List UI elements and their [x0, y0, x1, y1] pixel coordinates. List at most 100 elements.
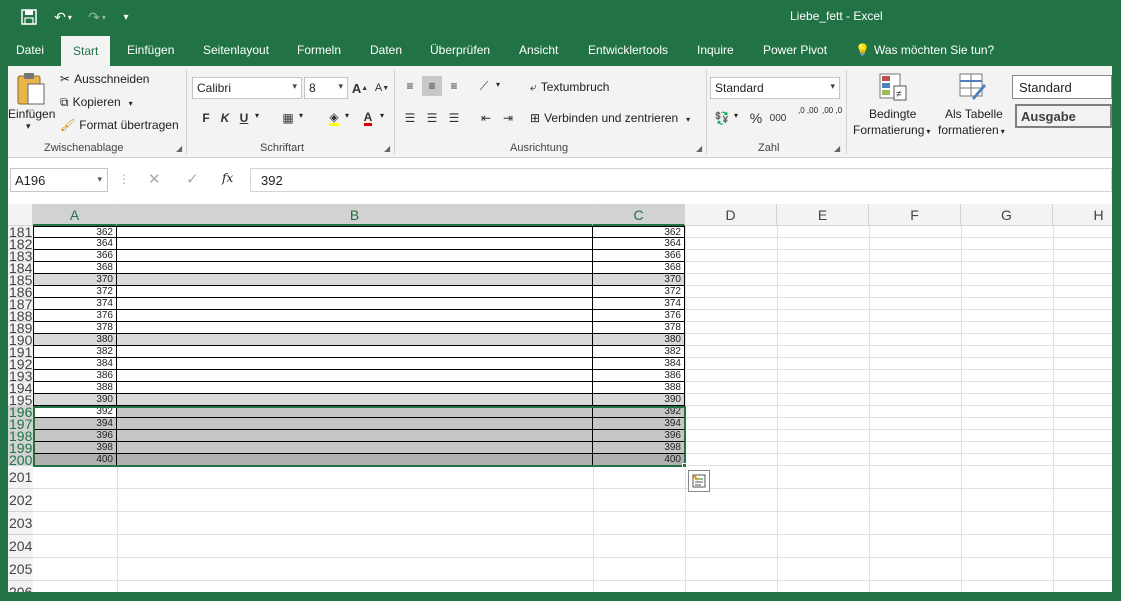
row-header[interactable]: 190: [8, 334, 33, 346]
cell-a[interactable]: 386: [33, 370, 117, 382]
column-header-h[interactable]: H: [1053, 204, 1112, 226]
tab-ansicht[interactable]: Ansicht: [519, 34, 558, 66]
bold-button[interactable]: F: [196, 108, 216, 128]
formula-input[interactable]: 392: [250, 168, 1112, 192]
cell-c[interactable]: 398: [593, 442, 685, 454]
font-name-combo[interactable]: Calibri ▾: [192, 77, 302, 99]
row-header[interactable]: 189: [8, 322, 33, 334]
tab-daten[interactable]: Daten: [370, 34, 402, 66]
cell-a[interactable]: 392: [33, 406, 117, 418]
clipboard-launcher-icon[interactable]: ◢: [176, 144, 182, 153]
cell-c[interactable]: 362: [593, 226, 685, 238]
cell-c[interactable]: 366: [593, 250, 685, 262]
number-launcher-icon[interactable]: ◢: [834, 144, 840, 153]
enter-icon[interactable]: ✓: [186, 170, 199, 188]
format-as-table-label-1[interactable]: Als Tabelle: [945, 107, 1003, 121]
tab-entwicklertools[interactable]: Entwicklertools: [588, 34, 668, 66]
cell-b[interactable]: [117, 322, 593, 334]
percent-button[interactable]: %: [746, 108, 766, 128]
borders-icon[interactable]: ▦: [278, 108, 298, 128]
cell-c[interactable]: 364: [593, 238, 685, 250]
row-header[interactable]: 202: [8, 489, 33, 512]
copy-button[interactable]: ⧉ Kopieren ▾: [60, 95, 133, 110]
cell-b[interactable]: [117, 442, 593, 454]
cancel-icon[interactable]: ✕: [148, 170, 161, 188]
underline-dropdown-icon[interactable]: ▾: [255, 111, 259, 120]
row-header[interactable]: 199: [8, 442, 33, 454]
cell-c[interactable]: 400: [593, 454, 685, 466]
row-header[interactable]: 192: [8, 358, 33, 370]
accounting-dropdown-icon[interactable]: ▾: [734, 111, 738, 120]
accounting-format-icon[interactable]: 💱: [712, 108, 732, 128]
cell-a[interactable]: 376: [33, 310, 117, 322]
row-header[interactable]: 200: [8, 454, 33, 466]
align-center-icon[interactable]: ☰: [422, 108, 442, 128]
cell-a[interactable]: 382: [33, 346, 117, 358]
cell-c[interactable]: 384: [593, 358, 685, 370]
cell-a[interactable]: 396: [33, 430, 117, 442]
row-header[interactable]: 187: [8, 298, 33, 310]
cell-b[interactable]: [117, 454, 593, 466]
orientation-icon[interactable]: ⟋: [474, 76, 494, 96]
tab-start[interactable]: Start: [61, 36, 111, 66]
borders-dropdown-icon[interactable]: ▾: [299, 111, 303, 120]
tab-datei[interactable]: Datei: [16, 34, 44, 66]
select-all-corner[interactable]: [8, 204, 33, 226]
row-header[interactable]: 193: [8, 370, 33, 382]
column-header-g[interactable]: G: [961, 204, 1053, 226]
cell-c[interactable]: 376: [593, 310, 685, 322]
column-header-f[interactable]: F: [869, 204, 961, 226]
fill-color-icon[interactable]: ◈: [324, 108, 344, 128]
cell-c[interactable]: 386: [593, 370, 685, 382]
name-box[interactable]: A196 ▾: [10, 168, 108, 192]
cell-b[interactable]: [117, 406, 593, 418]
align-bottom-icon[interactable]: ≡: [444, 76, 464, 96]
tab-ueberpruefen[interactable]: Überprüfen: [430, 34, 490, 66]
font-color-icon[interactable]: A: [358, 108, 378, 128]
cell-a[interactable]: 362: [33, 226, 117, 238]
cell-c[interactable]: 382: [593, 346, 685, 358]
column-header-d[interactable]: D: [685, 204, 777, 226]
cell-b[interactable]: [117, 334, 593, 346]
merge-center-button[interactable]: ⊞ Verbinden und zentrieren ▾: [530, 111, 690, 125]
increase-indent-icon[interactable]: ⇥: [498, 108, 518, 128]
decrease-indent-icon[interactable]: ⇤: [476, 108, 496, 128]
row-header[interactable]: 183: [8, 250, 33, 262]
row-header[interactable]: 206: [8, 581, 33, 592]
cell-b[interactable]: [117, 226, 593, 238]
shrink-font-icon[interactable]: A ▼: [372, 78, 392, 98]
fill-color-dropdown-icon[interactable]: ▾: [345, 111, 349, 120]
align-left-icon[interactable]: ☰: [400, 108, 420, 128]
row-header[interactable]: 204: [8, 535, 33, 558]
tab-seitenlayout[interactable]: Seitenlayout: [203, 34, 269, 66]
row-header[interactable]: 196: [8, 406, 33, 418]
font-size-combo[interactable]: 8 ▾: [304, 77, 348, 99]
cell-a[interactable]: 390: [33, 394, 117, 406]
cell-c[interactable]: 388: [593, 382, 685, 394]
row-header[interactable]: 198: [8, 430, 33, 442]
row-header[interactable]: 197: [8, 418, 33, 430]
align-top-icon[interactable]: ≡: [400, 76, 420, 96]
cell-a[interactable]: 398: [33, 442, 117, 454]
cell-c[interactable]: 374: [593, 298, 685, 310]
align-middle-icon[interactable]: ≡: [422, 76, 442, 96]
italic-button[interactable]: K: [215, 108, 235, 128]
cell-b[interactable]: [117, 310, 593, 322]
insert-function-button[interactable]: fx: [222, 171, 233, 185]
cell-a[interactable]: 384: [33, 358, 117, 370]
cell-a[interactable]: 380: [33, 334, 117, 346]
column-header-e[interactable]: E: [777, 204, 869, 226]
cell-c[interactable]: 392: [593, 406, 685, 418]
paste-dropdown-icon[interactable]: ▾: [26, 121, 31, 132]
row-header[interactable]: 188: [8, 310, 33, 322]
style-standard-tile[interactable]: Standard: [1012, 75, 1112, 99]
cell-c[interactable]: 372: [593, 286, 685, 298]
row-header[interactable]: 186: [8, 286, 33, 298]
paste-button[interactable]: Einfügen: [8, 107, 55, 121]
cell-a[interactable]: 370: [33, 274, 117, 286]
column-header-c[interactable]: C: [593, 204, 685, 226]
underline-button[interactable]: U: [234, 108, 254, 128]
cell-a[interactable]: 394: [33, 418, 117, 430]
tell-me-box[interactable]: 💡 Was möchten Sie tun?: [855, 34, 994, 66]
cell-c[interactable]: 370: [593, 274, 685, 286]
